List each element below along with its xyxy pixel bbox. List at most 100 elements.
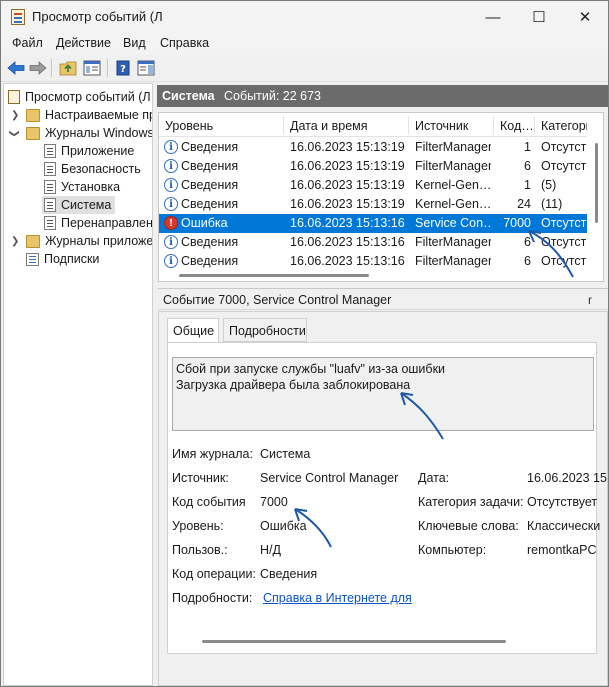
subscriptions-icon xyxy=(26,252,39,266)
log-icon xyxy=(44,144,56,158)
show-hide-tree-icon[interactable] xyxy=(82,59,102,77)
tree-item-security[interactable]: Безопасность xyxy=(44,160,141,178)
log-name-value: Система xyxy=(260,447,311,461)
table-row[interactable]: i Сведения 16.06.2023 15:13:19 Kernel-Gen… 1… xyxy=(159,176,589,195)
cell-source: FilterManager xyxy=(415,159,491,173)
chevron-right-icon[interactable]: ❯ xyxy=(11,110,19,121)
event-viewer-window: Просмотр событий (Л — ☐ ✕ Файл Действие … xyxy=(0,0,609,687)
cell-datetime: 16.06.2023 15:13:16 xyxy=(290,216,405,230)
cell-datetime: 16.06.2023 15:13:16 xyxy=(290,254,405,268)
tree-item-system[interactable]: Система xyxy=(42,196,116,214)
tab-general[interactable]: Общие xyxy=(167,318,219,343)
info-icon: i xyxy=(164,235,178,249)
cell-source: FilterManager xyxy=(415,254,491,268)
tree-item-windows-logs[interactable]: Журналы Windows xyxy=(26,124,153,142)
help-book-icon[interactable]: ? xyxy=(113,59,133,77)
cell-level: Сведения xyxy=(181,140,239,154)
forward-arrow-icon[interactable] xyxy=(28,59,48,77)
tree-item-subscriptions[interactable]: Подписки xyxy=(26,250,99,268)
column-datetime[interactable]: Дата и время xyxy=(290,119,400,133)
cell-category: Отсутств xyxy=(541,254,589,268)
column-divider[interactable] xyxy=(534,116,535,134)
cell-category: Отсутств xyxy=(541,216,589,230)
details-close-button[interactable]: r xyxy=(588,293,592,307)
table-row[interactable]: i Сведения 16.06.2023 15:13:16 FilterManage… xyxy=(159,233,589,252)
tree-item-custom-views[interactable]: Настраиваемые пр xyxy=(26,106,152,124)
maximize-button[interactable]: ☐ xyxy=(516,1,562,33)
close-button[interactable]: ✕ xyxy=(562,1,608,33)
error-icon: ! xyxy=(164,216,178,230)
cell-source: Service Con… xyxy=(415,216,491,230)
info-icon: i xyxy=(164,254,178,268)
cell-source: FilterManager xyxy=(415,140,491,154)
scrollbar-thumb[interactable] xyxy=(595,143,598,223)
log-icon xyxy=(44,198,56,212)
tree-item-setup[interactable]: Установка xyxy=(44,178,120,196)
user-label: Пользов.: xyxy=(172,543,228,557)
table-row[interactable]: i Сведения 16.06.2023 15:13:19 FilterManage… xyxy=(159,157,589,176)
folder-icon xyxy=(26,108,40,122)
table-row[interactable]: i Сведения 16.06.2023 15:13:19 Kernel-Gen… 2… xyxy=(159,195,589,214)
tree-item-label: Приложение xyxy=(61,144,135,158)
horizontal-scrollbar-thumb[interactable] xyxy=(179,274,369,277)
cell-level: Сведения xyxy=(181,159,239,173)
properties-pane-icon[interactable] xyxy=(136,59,156,77)
cell-event-id: 6 xyxy=(524,235,531,249)
cell-category: (11) xyxy=(541,197,563,211)
tree-root[interactable]: Просмотр событий (Л xyxy=(8,88,151,106)
details-horizontal-scrollbar-thumb[interactable] xyxy=(202,640,506,643)
column-divider[interactable] xyxy=(493,116,494,134)
pane-splitter[interactable] xyxy=(154,83,157,686)
event-message-line: Сбой при запуске службы "luafv" из-за ош… xyxy=(176,362,446,376)
cell-event-id: 1 xyxy=(524,140,531,154)
event-message-box[interactable]: Сбой при запуске службы "luafv" из-за ош… xyxy=(172,357,594,431)
column-divider[interactable] xyxy=(283,116,284,134)
column-divider[interactable] xyxy=(408,116,409,134)
column-source[interactable]: Источник xyxy=(415,119,493,133)
back-arrow-icon[interactable] xyxy=(6,59,26,77)
cell-level: Ошибка xyxy=(181,216,228,230)
up-folder-icon[interactable] xyxy=(58,59,78,77)
tab-details[interactable]: Подробности xyxy=(223,318,307,342)
tree-item-label: Журналы Windows xyxy=(45,126,153,140)
chevron-down-icon[interactable]: ❯ xyxy=(9,129,20,137)
cell-event-id: 6 xyxy=(524,159,531,173)
log-icon xyxy=(44,180,56,194)
column-category[interactable]: Категори xyxy=(541,119,591,133)
menu-file[interactable]: Файл xyxy=(12,36,43,50)
cell-event-id: 24 xyxy=(517,197,531,211)
column-event-id[interactable]: Код… xyxy=(500,119,532,133)
tree-item-label: Система xyxy=(61,198,112,212)
console-tree: Просмотр событий (Л ❯ Настраиваемые пр ❯… xyxy=(3,83,153,686)
table-row[interactable]: i Сведения 16.06.2023 15:13:19 FilterManage… xyxy=(159,138,589,157)
svg-text:?: ? xyxy=(120,64,126,75)
minimize-button[interactable]: — xyxy=(470,1,516,33)
log-icon xyxy=(44,162,56,176)
tree-item-application[interactable]: Приложение xyxy=(44,142,134,160)
computer-label: Компьютер: xyxy=(418,543,487,557)
cell-source: Kernel-Gen… xyxy=(415,178,491,192)
tree-item-label: Безопасность xyxy=(61,162,141,176)
tree-item-forwarded[interactable]: Перенаправлен xyxy=(44,214,152,232)
cell-event-id: 7000 xyxy=(503,216,531,230)
folder-icon xyxy=(26,126,40,140)
table-row[interactable]: i Сведения 16.06.2023 15:13:16 FilterManage… xyxy=(159,252,589,271)
table-row[interactable]: ! Ошибка 16.06.2023 15:13:16 Service Con… 70… xyxy=(159,214,589,233)
cell-level: Сведения xyxy=(181,254,239,268)
cell-level: Сведения xyxy=(181,197,239,211)
date-label: Дата: xyxy=(418,471,450,485)
title-bar: Просмотр событий (Л — ☐ ✕ xyxy=(1,1,608,33)
menu-action[interactable]: Действие xyxy=(56,36,111,50)
chevron-right-icon[interactable]: ❯ xyxy=(11,236,19,247)
online-help-link[interactable]: Справка в Интернете для xyxy=(263,591,412,605)
tree-item-app-logs[interactable]: Журналы приложе xyxy=(26,232,152,250)
cell-event-id: 1 xyxy=(524,178,531,192)
event-details-pane: Общие Подробности Сбой при запуске служб… xyxy=(158,311,608,686)
column-level[interactable]: Уровень xyxy=(165,119,275,133)
more-info-label: Подробности: xyxy=(172,591,253,605)
vertical-scrollbar[interactable] xyxy=(587,113,603,281)
menu-help[interactable]: Справка xyxy=(160,36,209,50)
user-value: Н/Д xyxy=(260,543,281,557)
menu-view[interactable]: Вид xyxy=(123,36,146,50)
cell-level: Сведения xyxy=(181,178,239,192)
